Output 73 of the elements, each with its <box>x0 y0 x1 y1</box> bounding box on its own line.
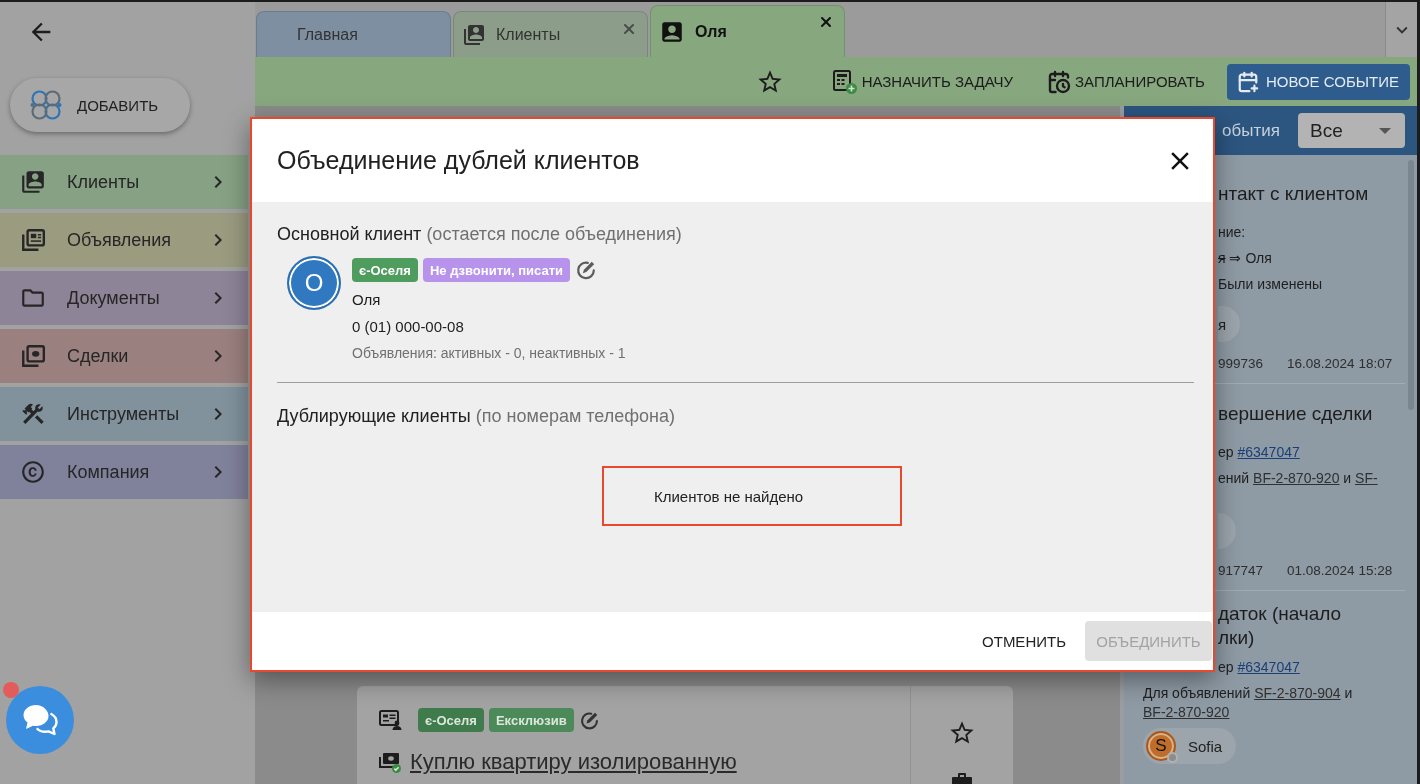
listing-link[interactable]: SF-2-870-904 <box>1254 684 1341 701</box>
event-title: вершение сделки <box>1218 402 1374 426</box>
cancel-button[interactable]: ОТМЕНИТЬ <box>974 621 1074 661</box>
event-detail: ер #6347047 <box>1218 657 1301 677</box>
person-stack-icon <box>20 169 46 195</box>
listing-link[interactable]: BF-2-870-920 <box>1253 469 1340 486</box>
event-detail: ер #6347047 <box>1218 442 1301 462</box>
filter-select[interactable]: Все <box>1298 113 1405 148</box>
tab[interactable]: Оля <box>650 5 845 57</box>
tools-icon <box>20 401 46 427</box>
event-number: 917747 <box>1218 562 1264 580</box>
empty-message: Клиентов не найдено <box>602 466 902 526</box>
copyright-icon <box>20 459 46 485</box>
tag: Не дзвонити, писати <box>422 258 571 282</box>
list-plus-icon <box>831 68 858 95</box>
tab[interactable]: Клиенты <box>453 11 648 57</box>
user-chip[interactable]: S Sofia <box>1143 728 1237 764</box>
events-title: обытия <box>1222 120 1280 141</box>
event-date: 16.08.2024 18:07 <box>1287 355 1393 373</box>
close-icon[interactable] <box>621 21 637 37</box>
card-stack-icon <box>20 227 46 253</box>
user-chip[interactable]: я <box>1218 306 1240 342</box>
client-phone: 0 (01) 000-00-08 <box>352 317 465 337</box>
edit-icon[interactable] <box>575 259 598 281</box>
dropdown-caret-icon <box>1379 127 1391 134</box>
new-event-button[interactable]: НОВОЕ СОБЫТИЕ <box>1226 63 1410 100</box>
event-date: 01.08.2024 15:28 <box>1287 562 1393 580</box>
user-name: Sofia <box>1188 737 1223 755</box>
event-title: даток (начало <box>1218 602 1343 626</box>
tag: є-Оселя <box>352 258 418 282</box>
nav-item[interactable]: Документы <box>0 271 248 325</box>
nav-item[interactable]: Клиенты <box>0 155 248 209</box>
person-stack-icon <box>462 22 486 47</box>
tab[interactable]: Главная <box>256 11 451 57</box>
edit-icon[interactable] <box>578 709 600 731</box>
calendar-plus-icon <box>1236 70 1259 93</box>
event-detail: Для объявлений SF-2-870-904 и BF-2-870-920 <box>1143 683 1354 722</box>
banknote-stack-icon <box>20 343 46 369</box>
listings-count: Объявления: активных - 0, неактивных - 1 <box>352 344 626 363</box>
section-heading: Дублирующие клиенты (по номерам телефона) <box>277 405 677 428</box>
event-title: лки) <box>1218 626 1256 650</box>
event-detail: я ⇒ Оля <box>1218 248 1273 268</box>
listing-title-link[interactable]: Куплю квартиру изолированную <box>410 749 737 775</box>
logo-icon <box>29 88 63 122</box>
client-name: Оля <box>352 290 382 310</box>
assign-task-button[interactable]: НАЗНАЧИТЬ ЗАДАЧУ <box>829 63 1016 100</box>
listing-link[interactable]: BF-2-870-920 <box>1143 703 1230 720</box>
section-heading: Основной клиент (остается после объединения) <box>277 223 683 246</box>
add-button[interactable]: ДОБАВИТЬ <box>10 78 190 132</box>
order-link[interactable]: #6347047 <box>1237 658 1300 675</box>
nav-item[interactable]: Объявления <box>0 213 248 267</box>
briefcase-icon[interactable] <box>950 771 974 784</box>
listing-link[interactable]: SF- <box>1355 469 1378 486</box>
id-card-icon <box>378 708 402 732</box>
user-avatar: S <box>1146 731 1176 761</box>
banknote-check-icon <box>378 750 402 774</box>
order-link[interactable]: #6347047 <box>1237 443 1300 460</box>
schedule-button[interactable]: ЗАПЛАНИРОВАТЬ <box>1045 63 1207 100</box>
nav-item[interactable]: Компания <box>0 445 248 499</box>
event-number: 999736 <box>1218 355 1264 373</box>
client-avatar: О <box>287 256 341 310</box>
nav-item[interactable]: Инструменты <box>0 387 248 441</box>
calendar-clock-icon <box>1047 69 1072 94</box>
status-dot-icon <box>1167 752 1178 763</box>
event-detail: Были изменены <box>1218 274 1324 294</box>
event-detail: ние: <box>1218 222 1247 242</box>
event-detail: ений BF-2-870-920 и SF- <box>1218 468 1379 488</box>
close-icon[interactable] <box>818 14 834 30</box>
tag: є-Оселя <box>418 708 484 732</box>
dialog-title: Объединение дублей клиентов <box>277 146 640 175</box>
tag: Ексклюзив <box>488 708 574 732</box>
event-title: нтакт с клиентом <box>1218 182 1370 206</box>
nav-item[interactable]: Сделки <box>0 329 248 383</box>
